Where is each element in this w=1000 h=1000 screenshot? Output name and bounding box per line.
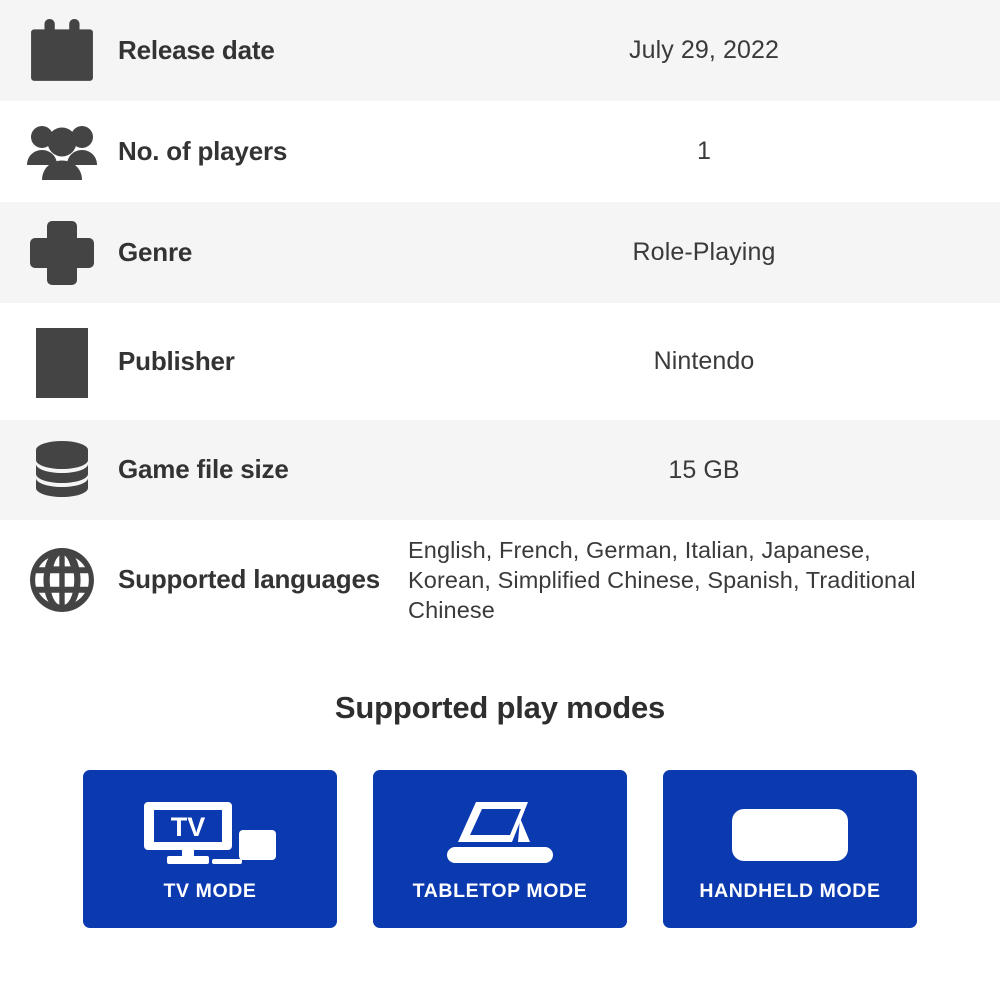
table-row: Publisher Nintendo [0, 303, 1000, 420]
table-row: No. of players 1 [0, 101, 1000, 202]
dpad-icon [0, 218, 118, 288]
handheld-mode-icon [726, 796, 854, 874]
globe-icon [0, 547, 118, 613]
play-mode-label: TABLETOP MODE [412, 879, 588, 902]
table-row: Supported languages English, French, Ger… [0, 520, 1000, 640]
play-mode-card-tv[interactable]: TV TV MODE [83, 770, 337, 928]
spec-value: Role-Playing [632, 238, 776, 266]
play-mode-label: HANDHELD MODE [699, 879, 881, 902]
players-icon [0, 121, 118, 183]
spec-value: Nintendo [653, 347, 755, 375]
spec-label: Release date [118, 34, 275, 65]
spec-value: 1 [696, 137, 711, 165]
play-mode-label: TV MODE [163, 879, 257, 902]
svg-text:TV: TV [171, 812, 206, 842]
play-mode-cards: TV TV MODE TABLETOP MODE HANDHELD MODE [0, 770, 1000, 928]
play-mode-card-handheld[interactable]: HANDHELD MODE [663, 770, 917, 928]
table-row: Game file size 15 GB [0, 420, 1000, 520]
game-info-panel: Release date July 29, 2022 No. of player… [0, 0, 1000, 1000]
spec-label: Genre [118, 236, 193, 267]
spec-value: 15 GB [668, 455, 740, 484]
play-mode-card-tabletop[interactable]: TABLETOP MODE [373, 770, 627, 928]
database-icon [0, 438, 118, 502]
table-row: Release date July 29, 2022 [0, 0, 1000, 101]
spec-label: Supported languages [118, 564, 381, 595]
tabletop-mode-icon [436, 796, 564, 874]
specifications-table: Release date July 29, 2022 No. of player… [0, 0, 1000, 640]
table-row: Genre Role-Playing [0, 202, 1000, 303]
spec-label: Publisher [118, 345, 235, 376]
play-modes-title: Supported play modes [334, 690, 666, 725]
spec-label: No. of players [118, 135, 288, 166]
spec-value: English, French, German, Italian, Japane… [408, 536, 916, 624]
supported-play-modes-section: Supported play modes TV TV MODE TABLETOP… [0, 640, 1000, 928]
calendar-icon [0, 18, 118, 84]
tv-mode-icon: TV [140, 796, 280, 874]
building-icon [0, 326, 118, 398]
spec-value: July 29, 2022 [628, 36, 780, 64]
spec-label: Game file size [118, 454, 289, 485]
